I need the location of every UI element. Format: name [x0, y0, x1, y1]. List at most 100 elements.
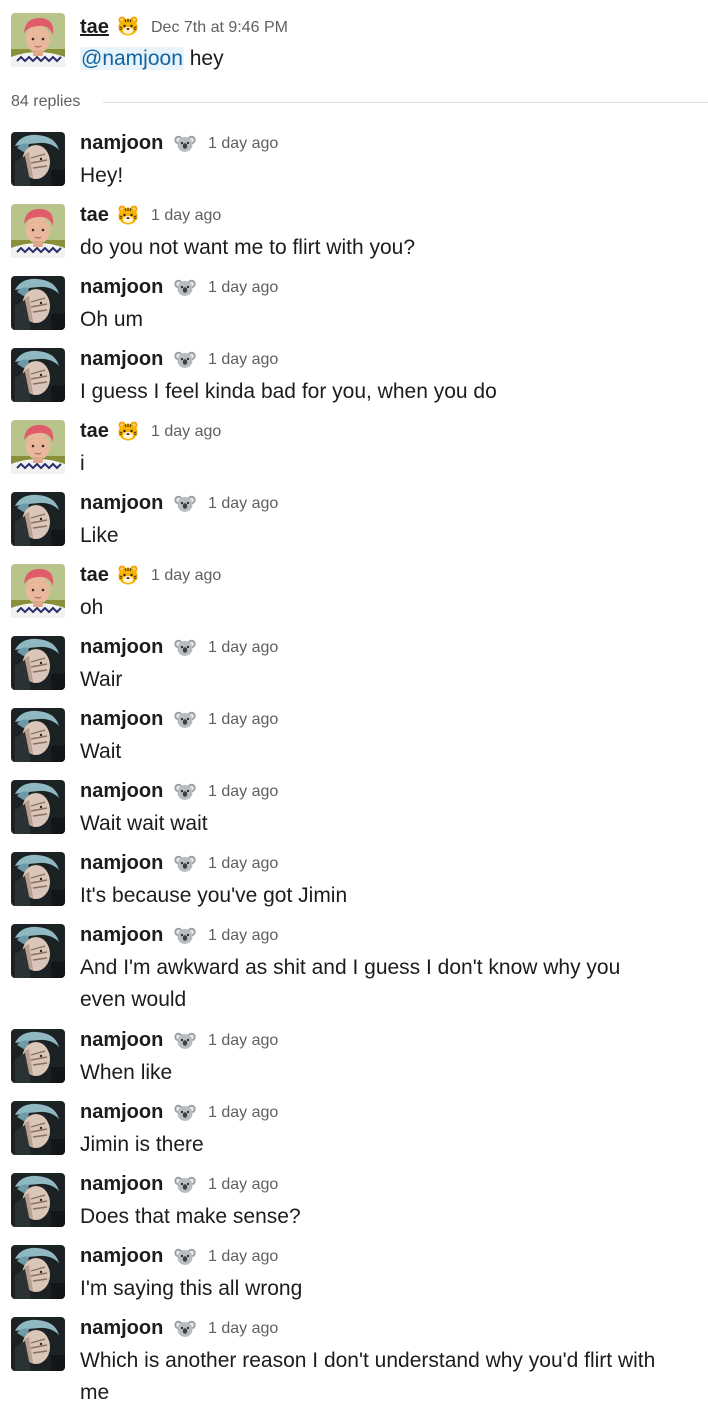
author-name[interactable]: namjoon: [80, 851, 163, 875]
avatar[interactable]: [11, 852, 65, 906]
avatar[interactable]: [11, 276, 65, 330]
user-photo: [11, 1173, 65, 1227]
message-text: Wait wait wait: [80, 812, 208, 835]
parent-message: tae Dec 7th at 9:46 PM @namjoon hey: [0, 0, 708, 80]
message-text: Wait: [80, 740, 122, 763]
author-name[interactable]: namjoon: [80, 131, 163, 155]
message-timestamp[interactable]: 1 day ago: [208, 1247, 278, 1267]
message-text: Hey!: [80, 164, 124, 187]
message-text: do you not want me to flirt with you?: [80, 236, 416, 259]
message-text: Like: [80, 524, 119, 547]
koala-icon: [174, 1317, 196, 1339]
author-name[interactable]: namjoon: [80, 1028, 163, 1052]
author-name-link[interactable]: tae: [80, 15, 109, 39]
author-name[interactable]: namjoon: [80, 1172, 163, 1196]
message-text: And I'm awkward as shit and I guess I do…: [80, 956, 621, 1011]
avatar[interactable]: [11, 1029, 65, 1083]
avatar[interactable]: [11, 1173, 65, 1227]
message-text: When like: [80, 1061, 173, 1084]
message-timestamp[interactable]: 1 day ago: [208, 278, 278, 298]
author-name[interactable]: namjoon: [80, 635, 163, 659]
message-text: I'm saying this all wrong: [80, 1277, 303, 1300]
message-text: It's because you've got Jimin: [80, 884, 348, 907]
avatar[interactable]: [11, 780, 65, 834]
user-photo: [11, 1101, 65, 1155]
author-name[interactable]: tae: [80, 419, 109, 443]
message-timestamp[interactable]: 1 day ago: [208, 494, 278, 514]
user-photo: [11, 420, 65, 474]
user-photo: [11, 1317, 65, 1371]
replies-count: 84 replies: [11, 93, 81, 110]
koala-icon: [174, 1029, 196, 1051]
tiger-face-icon: [117, 15, 139, 37]
author-name[interactable]: namjoon: [80, 707, 163, 731]
author-name[interactable]: namjoon: [80, 275, 163, 299]
koala-icon: [174, 492, 196, 514]
message-timestamp[interactable]: 1 day ago: [208, 350, 278, 370]
tiger-face-icon: [117, 420, 139, 442]
koala-icon: [174, 1245, 196, 1267]
message-timestamp[interactable]: 1 day ago: [208, 1031, 278, 1051]
message-timestamp[interactable]: 1 day ago: [151, 422, 221, 442]
author-name[interactable]: namjoon: [80, 347, 163, 371]
koala-icon: [174, 924, 196, 946]
avatar[interactable]: [11, 204, 65, 258]
author-name[interactable]: namjoon: [80, 779, 163, 803]
author-name[interactable]: namjoon: [80, 1100, 163, 1124]
user-photo: [11, 492, 65, 546]
avatar[interactable]: [11, 708, 65, 762]
author-name[interactable]: namjoon: [80, 1316, 163, 1340]
message-timestamp[interactable]: 1 day ago: [208, 134, 278, 154]
user-photo: [11, 204, 65, 258]
avatar[interactable]: [11, 1317, 65, 1371]
message-text: Jimin is there: [80, 1133, 204, 1156]
user-mention[interactable]: @namjoon: [80, 47, 184, 70]
author-name[interactable]: namjoon: [80, 491, 163, 515]
message-timestamp[interactable]: 1 day ago: [208, 1319, 278, 1339]
author-name[interactable]: namjoon: [80, 1244, 163, 1268]
user-photo: [11, 276, 65, 330]
message-text: hey: [189, 47, 224, 70]
author-name[interactable]: namjoon: [80, 923, 163, 947]
message-text: Does that make sense?: [80, 1205, 301, 1228]
tiger-face-icon: [117, 564, 139, 586]
avatar[interactable]: [11, 1245, 65, 1299]
koala-icon: [174, 636, 196, 658]
message-timestamp[interactable]: 1 day ago: [208, 710, 278, 730]
author-name[interactable]: tae: [80, 203, 109, 227]
avatar[interactable]: [11, 492, 65, 546]
message-timestamp[interactable]: Dec 7th at 9:46 PM: [151, 18, 288, 38]
user-photo: [11, 13, 65, 67]
message-body: @namjoon hey: [80, 43, 668, 75]
avatar[interactable]: [11, 636, 65, 690]
avatar[interactable]: [11, 564, 65, 618]
message-timestamp[interactable]: 1 day ago: [208, 1103, 278, 1123]
avatar[interactable]: [11, 132, 65, 186]
message-text: oh: [80, 596, 104, 619]
koala-icon: [174, 1173, 196, 1195]
user-photo: [11, 132, 65, 186]
message-timestamp[interactable]: 1 day ago: [151, 566, 221, 586]
message-text: Wair: [80, 668, 123, 691]
koala-icon: [174, 780, 196, 802]
message-timestamp[interactable]: 1 day ago: [208, 638, 278, 658]
avatar[interactable]: [11, 13, 65, 67]
message-timestamp[interactable]: 1 day ago: [208, 854, 278, 874]
message-timestamp[interactable]: 1 day ago: [208, 1175, 278, 1195]
message-timestamp[interactable]: 1 day ago: [208, 782, 278, 802]
user-photo: [11, 348, 65, 402]
user-photo: [11, 564, 65, 618]
author-name[interactable]: tae: [80, 563, 109, 587]
message-timestamp[interactable]: 1 day ago: [151, 206, 221, 226]
message-text: Oh um: [80, 308, 144, 331]
message-timestamp[interactable]: 1 day ago: [208, 926, 278, 946]
avatar[interactable]: [11, 924, 65, 978]
avatar[interactable]: [11, 348, 65, 402]
tiger-face-icon: [117, 204, 139, 226]
avatar[interactable]: [11, 1101, 65, 1155]
user-photo: [11, 1029, 65, 1083]
koala-icon: [174, 708, 196, 730]
avatar[interactable]: [11, 420, 65, 474]
koala-icon: [174, 276, 196, 298]
koala-icon: [174, 348, 196, 370]
